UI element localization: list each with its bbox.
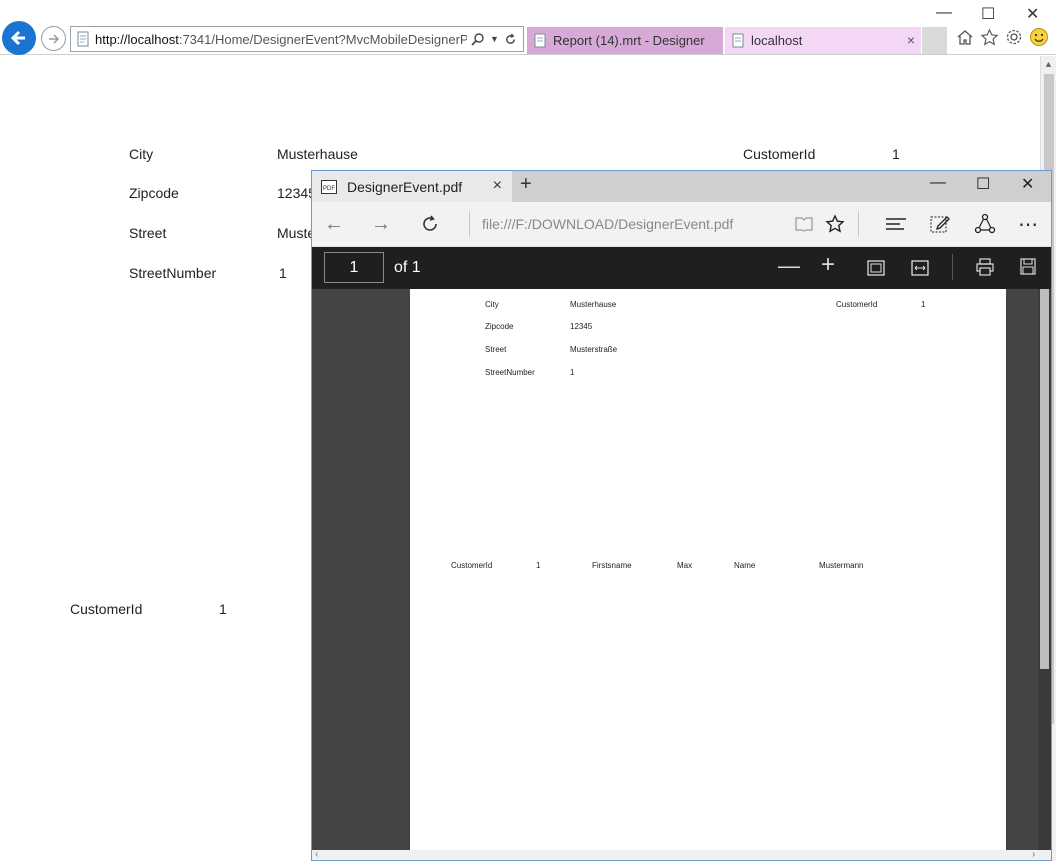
share-icon[interactable] bbox=[974, 213, 996, 235]
dropdown-arrow-icon[interactable]: ▼ bbox=[490, 34, 499, 44]
field-label-streetnumber: StreetNumber bbox=[129, 265, 217, 281]
scroll-right-icon[interactable]: › bbox=[1032, 849, 1035, 860]
pdf-field-value-zipcode: 12345 bbox=[570, 322, 593, 331]
svg-text:PDF: PDF bbox=[323, 186, 335, 192]
pdf-tab-title: DesignerEvent.pdf bbox=[347, 178, 463, 195]
new-tab-plus-icon[interactable]: + bbox=[520, 173, 532, 196]
browser-toolbar: — ☐ ✕ http://localhost:7341/Home/Designe… bbox=[0, 0, 1056, 55]
page-icon bbox=[534, 33, 546, 48]
address-url[interactable]: http://localhost:7341/Home/DesignerEvent… bbox=[95, 32, 467, 47]
pdf-tab[interactable]: PDF DesignerEvent.pdf × bbox=[312, 171, 512, 202]
fit-to-width-icon[interactable] bbox=[911, 260, 929, 276]
pdf-detail-cell: Firstsname bbox=[592, 561, 632, 570]
zoom-in-icon[interactable]: + bbox=[821, 251, 835, 279]
close-window-button[interactable]: ✕ bbox=[1026, 4, 1039, 24]
smiley-feedback-icon[interactable] bbox=[1029, 27, 1049, 47]
pdf-detail-cell: CustomerId bbox=[451, 561, 493, 570]
page-number-input[interactable]: 1 bbox=[324, 252, 384, 283]
search-icon[interactable] bbox=[471, 32, 485, 46]
tab-localhost[interactable]: localhost × bbox=[725, 27, 921, 54]
pdf-field-value-streetnumber: 1 bbox=[570, 368, 575, 377]
page-icon bbox=[732, 33, 744, 48]
home-icon[interactable] bbox=[956, 28, 974, 46]
customerid-value: 1 bbox=[219, 601, 227, 617]
field-value-city: Musterhause bbox=[277, 146, 358, 162]
favorites-star-icon[interactable] bbox=[980, 28, 999, 47]
tab-report-designer[interactable]: Report (14).mrt - Designer bbox=[527, 27, 723, 54]
print-icon[interactable] bbox=[976, 258, 994, 276]
more-options-icon[interactable]: ⋯ bbox=[1018, 212, 1039, 237]
address-bar[interactable]: http://localhost:7341/Home/DesignerEvent… bbox=[70, 26, 524, 52]
pdf-field-label-zipcode: Zipcode bbox=[485, 322, 514, 331]
pdf-address-bar[interactable]: file:///F:/DOWNLOAD/DesignerEvent.pdf bbox=[469, 211, 733, 237]
pdf-detail-cell: Mustermann bbox=[819, 561, 864, 570]
tab-close-button[interactable]: × bbox=[493, 177, 502, 195]
page-count-label: of 1 bbox=[394, 259, 421, 276]
pdf-window-titlebar: PDF DesignerEvent.pdf × + — ☐ ✕ bbox=[312, 171, 1051, 202]
minimize-button[interactable]: — bbox=[930, 174, 946, 192]
pdf-file-icon: PDF bbox=[321, 179, 337, 194]
pdf-page: City Musterhause Zipcode 12345 Street Mu… bbox=[410, 289, 1006, 850]
gear-icon[interactable] bbox=[1005, 28, 1023, 46]
back-arrow-icon bbox=[10, 30, 25, 46]
pdf-nav-bar: ← → file:///F:/DOWNLOAD/DesignerEvent.pd… bbox=[312, 202, 1051, 247]
refresh-icon[interactable] bbox=[420, 214, 440, 234]
pdf-field-value-city: Musterhause bbox=[570, 300, 617, 309]
web-note-icon[interactable] bbox=[929, 213, 951, 235]
pdf-field-value-street: Musterstraße bbox=[570, 345, 618, 354]
fit-to-page-icon[interactable] bbox=[867, 260, 885, 276]
field-label-city: City bbox=[129, 146, 154, 162]
hub-icon[interactable] bbox=[885, 216, 907, 232]
customerid-label: CustomerId bbox=[70, 601, 143, 617]
customerid-value: 1 bbox=[892, 146, 900, 162]
pdf-document-area[interactable]: City Musterhause Zipcode 12345 Street Mu… bbox=[312, 289, 1051, 850]
pdf-customerid-value: 1 bbox=[921, 300, 926, 309]
tab-label: Report (14).mrt - Designer bbox=[553, 33, 705, 48]
pdf-toolbar: 1 of 1 — + bbox=[312, 247, 1051, 289]
scroll-thumb[interactable] bbox=[1040, 289, 1049, 669]
scroll-left-icon[interactable]: ‹ bbox=[315, 849, 318, 860]
favorites-star-icon[interactable] bbox=[825, 214, 845, 234]
field-value-streetnumber: 1 bbox=[279, 265, 287, 281]
tab-close-button[interactable]: × bbox=[907, 32, 915, 48]
close-window-button[interactable]: ✕ bbox=[1021, 174, 1034, 194]
pdf-field-label-street: Street bbox=[485, 345, 507, 354]
minimize-button[interactable]: — bbox=[936, 4, 952, 22]
pdf-viewer-window: PDF DesignerEvent.pdf × + — ☐ ✕ ← → file… bbox=[311, 170, 1052, 861]
back-arrow-icon[interactable]: ← bbox=[324, 213, 344, 236]
forward-arrow-icon bbox=[48, 33, 59, 44]
scroll-up-icon[interactable]: ▲ bbox=[1044, 59, 1053, 69]
maximize-button[interactable]: ☐ bbox=[976, 174, 990, 194]
tab-label: localhost bbox=[751, 33, 803, 48]
pdf-customerid-label: CustomerId bbox=[836, 300, 878, 309]
refresh-icon[interactable] bbox=[504, 33, 517, 46]
maximize-button[interactable]: ☐ bbox=[981, 4, 995, 24]
horizontal-scrollbar[interactable]: ‹ › bbox=[312, 849, 1051, 860]
page-icon bbox=[77, 31, 89, 47]
pdf-vertical-scrollbar[interactable] bbox=[1038, 289, 1051, 850]
save-icon[interactable] bbox=[1020, 258, 1036, 275]
reading-view-icon[interactable] bbox=[794, 215, 814, 233]
field-label-zipcode: Zipcode bbox=[129, 185, 179, 201]
forward-button[interactable] bbox=[41, 26, 66, 51]
back-button[interactable] bbox=[2, 21, 36, 55]
pdf-detail-cell: Name bbox=[734, 561, 756, 570]
customerid-label: CustomerId bbox=[743, 146, 816, 162]
pdf-detail-cell: 1 bbox=[536, 561, 541, 570]
new-tab-button[interactable] bbox=[922, 27, 947, 54]
zoom-out-icon[interactable]: — bbox=[778, 253, 800, 279]
pdf-field-label-streetnumber: StreetNumber bbox=[485, 368, 535, 377]
field-value-street: Muste bbox=[277, 225, 316, 241]
forward-arrow-icon[interactable]: → bbox=[371, 213, 391, 236]
field-label-street: Street bbox=[129, 225, 167, 241]
pdf-detail-cell: Max bbox=[677, 561, 693, 570]
pdf-field-label-city: City bbox=[485, 300, 499, 309]
